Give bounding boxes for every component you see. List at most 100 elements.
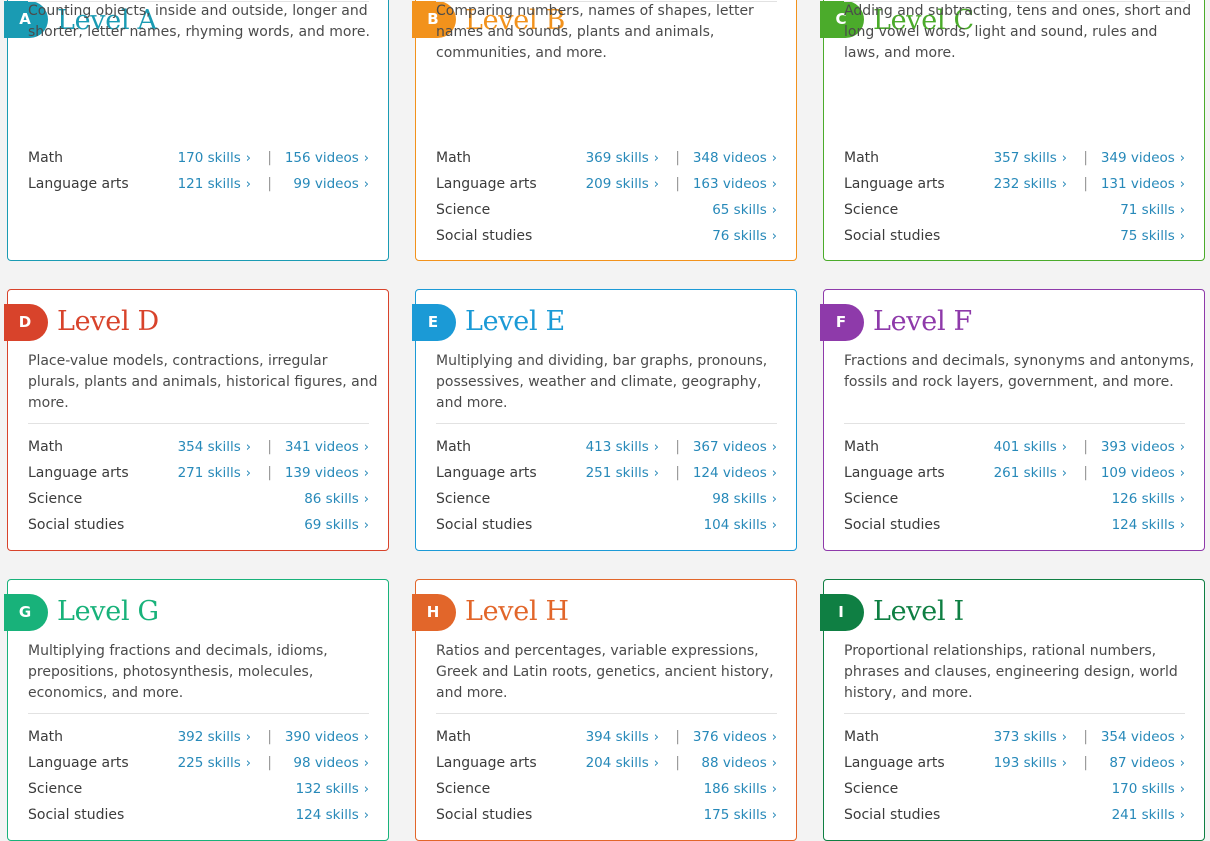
subject-label: Math (844, 150, 880, 166)
skills-link[interactable]: 204 skills › (586, 753, 659, 774)
subject-row-science: Science 65 skills › (436, 200, 777, 220)
subject-label: Language arts (844, 176, 945, 192)
chevron-right-icon: › (363, 177, 369, 192)
skills-link[interactable]: 241 skills › (1112, 805, 1185, 826)
chevron-right-icon: › (1179, 782, 1185, 797)
level-badge[interactable]: E (412, 304, 456, 341)
skills-link[interactable]: 170 skills › (1112, 779, 1185, 800)
videos-link[interactable]: 341 videos › (285, 437, 369, 458)
skills-link[interactable]: 193 skills › (994, 753, 1067, 774)
skills-link[interactable]: 69 skills › (304, 515, 369, 536)
skills-link[interactable]: 413 skills › (586, 437, 659, 458)
chevron-right-icon: › (1179, 440, 1185, 455)
skills-link[interactable]: 392 skills › (178, 727, 251, 748)
level-description: Multiplying fractions and decimals, idio… (28, 643, 328, 701)
videos-link[interactable]: 109 videos › (1101, 463, 1185, 484)
videos-link[interactable]: 88 videos › (701, 753, 777, 774)
skills-link[interactable]: 209 skills › (586, 174, 659, 195)
videos-link[interactable]: 156 videos › (285, 148, 369, 169)
subject-label: Social studies (436, 228, 533, 244)
videos-link[interactable]: 163 videos › (693, 174, 777, 195)
level-title[interactable]: Level I (873, 592, 964, 632)
skills-link[interactable]: 98 skills › (712, 489, 777, 510)
videos-link[interactable]: 367 videos › (693, 437, 777, 458)
level-title[interactable]: Level D (57, 302, 159, 342)
subject-row-social-studies: Social studies 104 skills › (436, 515, 777, 535)
level-badge[interactable]: I (820, 594, 864, 631)
separator: | (1083, 150, 1088, 166)
level-badge[interactable]: D (4, 304, 48, 341)
level-card-c: C Level C Adding and subtracting, tens and… (820, 0, 1205, 261)
skills-link[interactable]: 394 skills › (586, 727, 659, 748)
divider (28, 713, 369, 714)
videos-link[interactable]: 131 videos › (1101, 174, 1185, 195)
videos-link[interactable]: 390 videos › (285, 727, 369, 748)
chevron-right-icon: › (771, 151, 777, 166)
skills-link[interactable]: 170 skills › (178, 148, 251, 169)
videos-link[interactable]: 354 videos › (1101, 727, 1185, 748)
chevron-right-icon: › (1179, 151, 1185, 166)
skills-link[interactable]: 261 skills › (994, 463, 1067, 484)
subject-row-language-arts: Language arts 204 skills › | 88 videos › (436, 753, 777, 773)
skills-link[interactable]: 232 skills › (994, 174, 1067, 195)
skills-link[interactable]: 373 skills › (994, 727, 1067, 748)
videos-link[interactable]: 99 videos › (293, 174, 369, 195)
skills-link[interactable]: 251 skills › (586, 463, 659, 484)
divider (436, 713, 777, 714)
level-title[interactable]: Level H (465, 592, 569, 632)
videos-link[interactable]: 393 videos › (1101, 437, 1185, 458)
chevron-right-icon: › (771, 229, 777, 244)
skills-link[interactable]: 75 skills › (1120, 226, 1185, 247)
skills-link[interactable]: 104 skills › (704, 515, 777, 536)
chevron-right-icon: › (1061, 756, 1067, 771)
level-description: Counting objects, inside and outside, lo… (28, 3, 370, 40)
level-title[interactable]: Level G (57, 592, 159, 632)
videos-link[interactable]: 98 videos › (293, 753, 369, 774)
separator: | (1083, 755, 1088, 771)
chevron-right-icon: › (1179, 756, 1185, 771)
chevron-right-icon: › (771, 808, 777, 823)
level-title[interactable]: Level F (873, 302, 972, 342)
subject-row-math: Math 354 skills › | 341 videos › (28, 437, 369, 457)
skills-link[interactable]: 124 skills › (1112, 515, 1185, 536)
skills-link[interactable]: 225 skills › (178, 753, 251, 774)
level-badge[interactable]: G (4, 594, 48, 631)
level-badge[interactable]: H (412, 594, 456, 631)
skills-link[interactable]: 126 skills › (1112, 489, 1185, 510)
videos-link[interactable]: 87 videos › (1109, 753, 1185, 774)
subject-row-math: Math 394 skills › | 376 videos › (436, 727, 777, 747)
subject-row-language-arts: Language arts 225 skills › | 98 videos › (28, 753, 369, 773)
separator: | (267, 150, 272, 166)
skills-link[interactable]: 124 skills › (296, 805, 369, 826)
skills-link[interactable]: 271 skills › (178, 463, 251, 484)
skills-link[interactable]: 76 skills › (712, 226, 777, 247)
subject-row-social-studies: Social studies 175 skills › (436, 805, 777, 825)
videos-link[interactable]: 139 videos › (285, 463, 369, 484)
videos-link[interactable]: 349 videos › (1101, 148, 1185, 169)
subject-label: Math (28, 729, 64, 745)
skills-link[interactable]: 401 skills › (994, 437, 1067, 458)
chevron-right-icon: › (1179, 492, 1185, 507)
skills-link[interactable]: 369 skills › (586, 148, 659, 169)
skills-link[interactable]: 86 skills › (304, 489, 369, 510)
skills-link[interactable]: 186 skills › (704, 779, 777, 800)
subject-row-science: Science 126 skills › (844, 489, 1185, 509)
separator: | (267, 755, 272, 771)
separator: | (675, 439, 680, 455)
subject-row-social-studies: Social studies 124 skills › (28, 805, 369, 825)
skills-link[interactable]: 357 skills › (994, 148, 1067, 169)
skills-link[interactable]: 121 skills › (178, 174, 251, 195)
skills-link[interactable]: 132 skills › (296, 779, 369, 800)
chevron-right-icon: › (771, 782, 777, 797)
videos-link[interactable]: 376 videos › (693, 727, 777, 748)
skills-link[interactable]: 71 skills › (1120, 200, 1185, 221)
skills-link[interactable]: 65 skills › (712, 200, 777, 221)
subject-row-science: Science 86 skills › (28, 489, 369, 509)
skills-link[interactable]: 175 skills › (704, 805, 777, 826)
videos-link[interactable]: 348 videos › (693, 148, 777, 169)
level-description: Adding and subtracting, tens and ones, s… (844, 3, 1192, 61)
level-title[interactable]: Level E (465, 302, 565, 342)
level-badge[interactable]: F (820, 304, 864, 341)
skills-link[interactable]: 354 skills › (178, 437, 251, 458)
videos-link[interactable]: 124 videos › (693, 463, 777, 484)
